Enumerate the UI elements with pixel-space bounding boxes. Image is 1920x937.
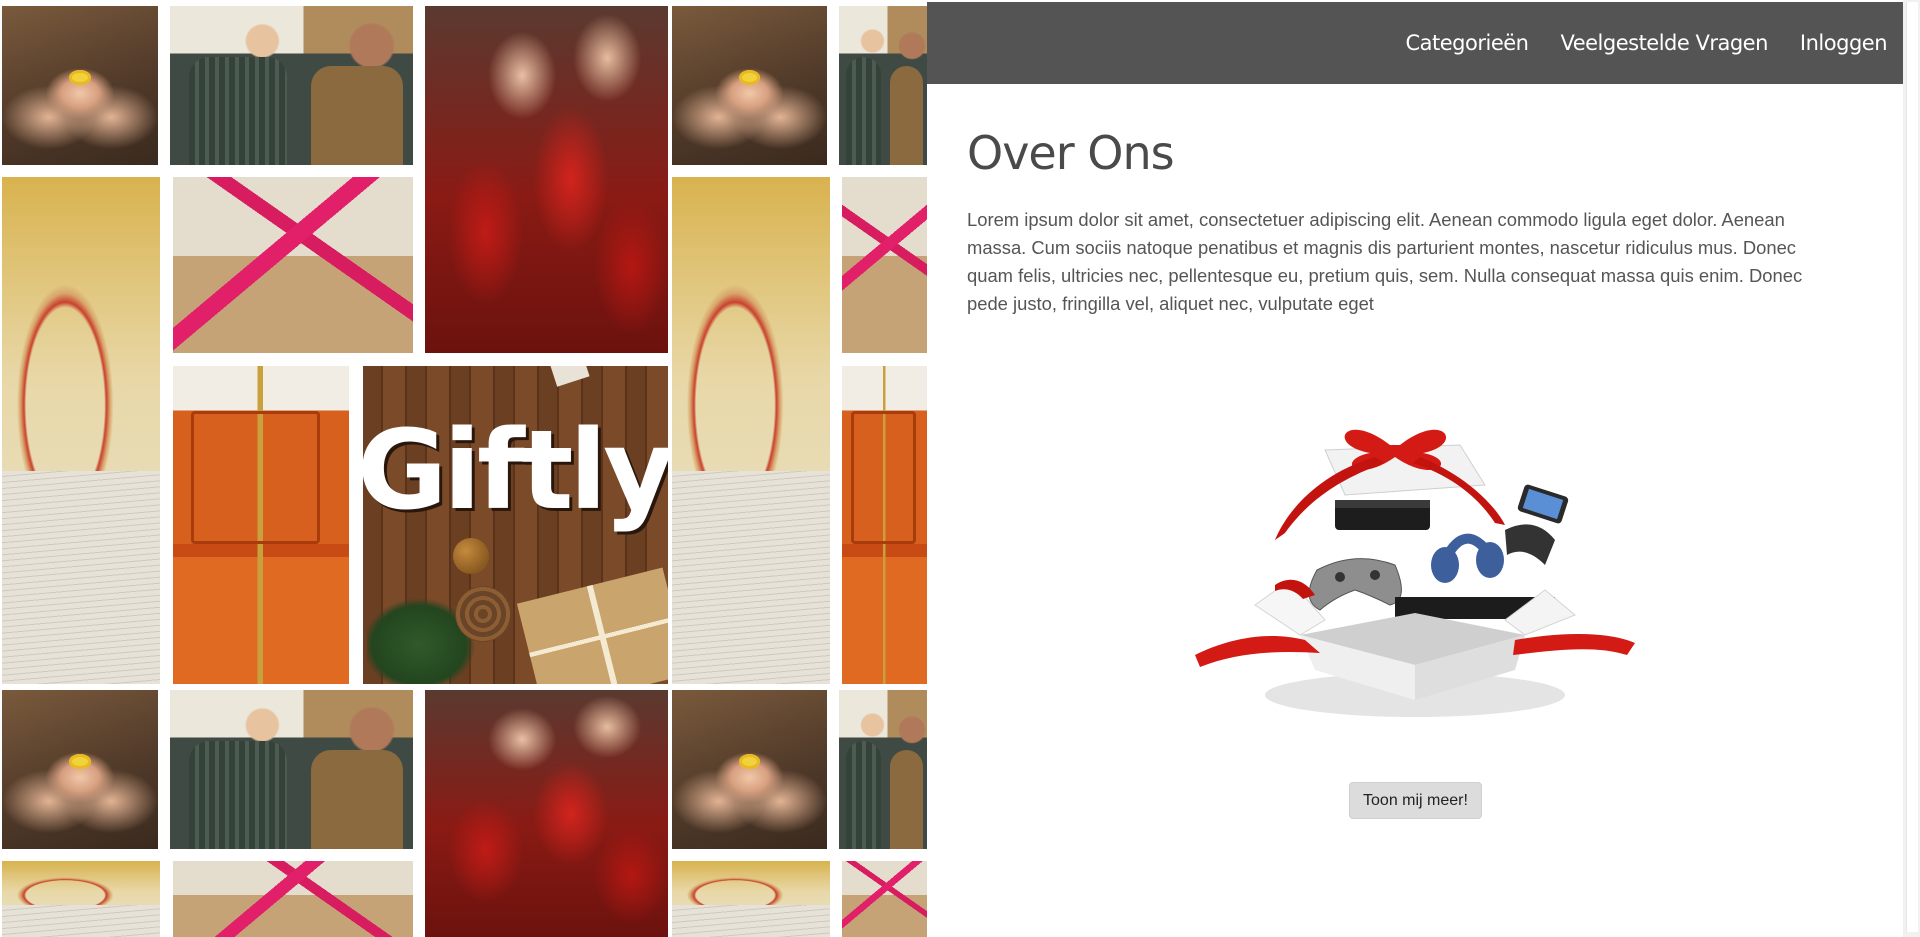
scrollbar-thumb[interactable] (1906, 2, 1918, 932)
open-gift-illustration (1195, 429, 1635, 717)
photo-book-rope (672, 861, 830, 937)
photo-book-rope (2, 177, 160, 684)
nav-links: Categorieën Veelgestelde Vragen Inloggen (1405, 2, 1887, 84)
photo-hands-flower (672, 6, 827, 165)
hazelnut-decoration (453, 538, 489, 574)
gift-ribbon-bottom-left (1195, 635, 1320, 667)
top-navbar: Categorieën Veelgestelde Vragen Inloggen (927, 2, 1903, 84)
gift-flap-right (1504, 589, 1576, 636)
photo-painted-hands (425, 690, 668, 937)
gift-ribbon-bottom-right (1513, 634, 1635, 655)
gamepad-device (1308, 558, 1402, 611)
nav-link-categorieen[interactable]: Categorieën (1405, 31, 1528, 55)
photo-hands-flower (2, 6, 158, 165)
giftly-logo-tile: Giftly (363, 366, 668, 684)
photo-hands-flower (2, 690, 158, 849)
photo-orange-gifts (173, 366, 349, 684)
page-title: Over Ons (967, 126, 1175, 180)
photo-pink-ribbon (842, 861, 927, 937)
about-intro-text: Lorem ipsum dolor sit amet, consectetuer… (967, 209, 1803, 314)
photo-pink-ribbon (173, 861, 413, 937)
photo-painted-hands (425, 6, 668, 353)
photo-book-rope (672, 177, 830, 684)
photo-laughing-men (170, 690, 413, 849)
photo-orange-gifts (842, 366, 927, 684)
pinecone-decoration (455, 586, 511, 642)
nav-link-faq[interactable]: Veelgestelde Vragen (1560, 31, 1768, 55)
show-more-button[interactable]: Toon mij meer! (1349, 782, 1482, 819)
photo-laughing-men (839, 6, 927, 165)
photo-laughing-men (839, 690, 927, 849)
photo-book-rope (2, 861, 160, 937)
photo-mosaic: Giftly (0, 0, 927, 937)
gift-tag-decoration (550, 366, 590, 387)
giftly-logo: Giftly (363, 406, 668, 534)
photo-laughing-men (170, 6, 413, 165)
photo-pink-ribbon (842, 177, 927, 353)
photo-pink-ribbon (173, 177, 413, 353)
photo-hands-flower (672, 690, 827, 849)
kraft-parcel-decoration (516, 567, 668, 684)
nav-link-login[interactable]: Inloggen (1800, 31, 1888, 55)
